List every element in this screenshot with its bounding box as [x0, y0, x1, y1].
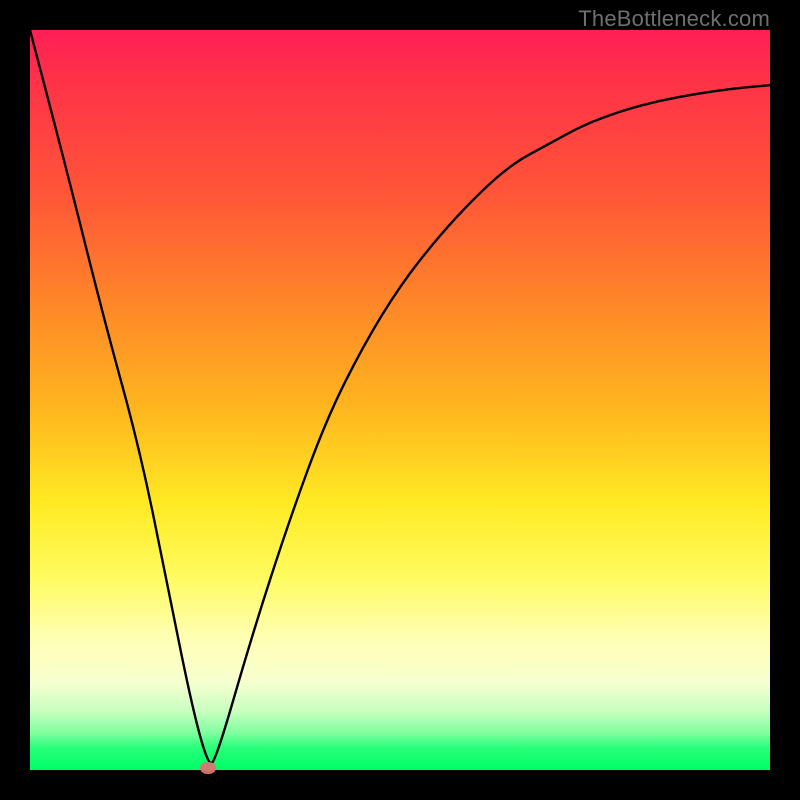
plot-area: [30, 30, 770, 770]
curve-path: [30, 30, 770, 763]
chart-frame: TheBottleneck.com: [0, 0, 800, 800]
watermark-label: TheBottleneck.com: [578, 6, 770, 32]
bottleneck-marker: [200, 762, 216, 774]
bottleneck-curve: [30, 30, 770, 770]
